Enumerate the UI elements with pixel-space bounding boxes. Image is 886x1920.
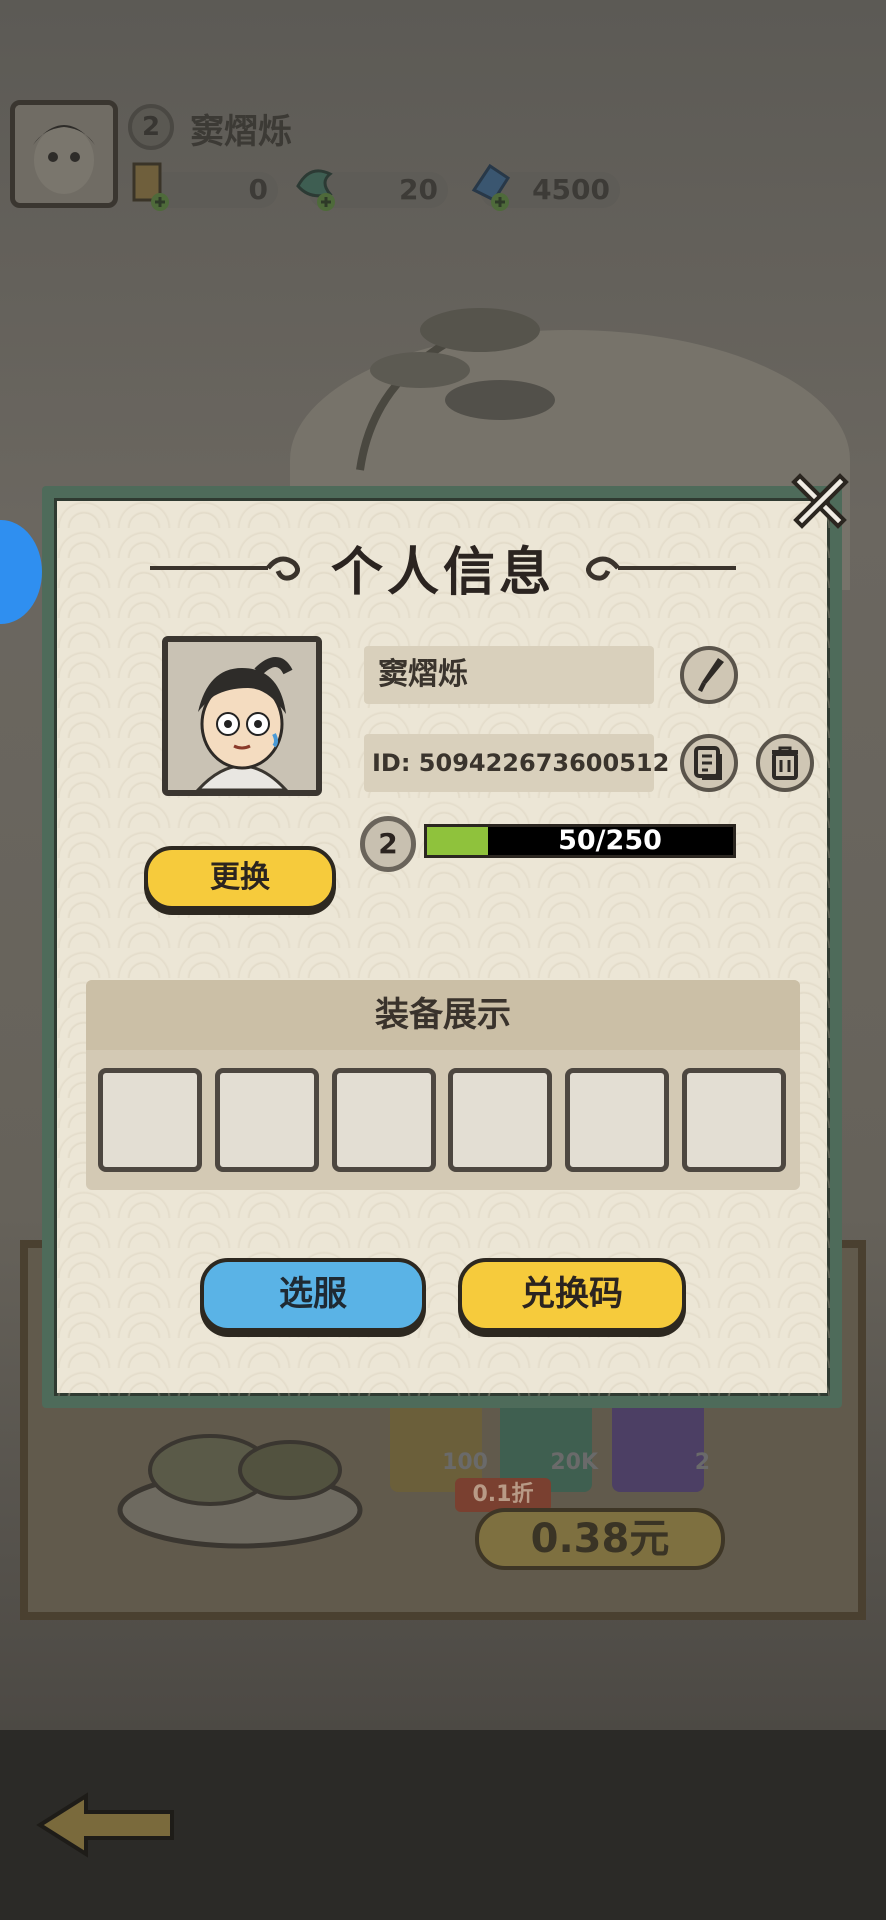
player-id-field: ID: 509422673600512 [364,734,669,792]
dialog-wave-pattern [54,498,830,1396]
trash-icon [772,746,798,780]
redeem-code-button[interactable]: 兑换码 [458,1258,686,1332]
background-plant-icon [356,308,555,471]
delete-account-button[interactable] [756,734,814,792]
equipment-slot[interactable] [448,1068,552,1172]
equipment-slot[interactable] [565,1068,669,1172]
title-ornament-right-icon [586,556,736,581]
experience-bar: 50/250 [424,824,736,858]
change-avatar-button[interactable]: 更换 [144,846,336,910]
gold-ingot-icon[interactable] [124,160,176,212]
copy-id-button[interactable] [680,734,738,792]
edit-name-button[interactable] [680,646,738,704]
equipment-slot[interactable] [682,1068,786,1172]
equipment-display-title: 装备展示 [86,980,800,1050]
player-portrait-icon [168,642,316,790]
profile-dialog [42,486,842,1408]
select-server-button[interactable]: 选服 [200,1258,426,1332]
experience-text: 50/250 [558,825,662,856]
hud-player-name: 窦熠烁 [190,112,292,152]
background-item-slot [612,1400,704,1492]
blue-crystal-icon[interactable] [464,160,516,212]
background-item-count: 20K [550,1450,598,1475]
jade-dragon-icon[interactable] [290,160,342,212]
copy-icon [694,746,722,780]
hud-avatar[interactable] [10,100,118,208]
player-portrait-icon [15,105,113,203]
profile-level-badge: 2 [360,816,416,872]
dialog-title: 个人信息 [330,543,555,603]
hud-level-badge: 2 [128,104,174,150]
equipment-slot[interactable] [332,1068,436,1172]
equipment-slot[interactable] [215,1068,319,1172]
equipment-slot[interactable] [98,1068,202,1172]
player-name-field: 窦熠烁 [364,646,654,704]
brush-icon [698,658,724,692]
background-discount-badge: 0.1折 [455,1478,551,1512]
profile-avatar[interactable] [162,636,322,796]
background-item-count: 100 [442,1450,488,1475]
background-price-button: 0.38元 [475,1508,725,1570]
back-arrow-icon[interactable] [36,1790,176,1860]
background-item-count: 2 [694,1450,710,1475]
background-bowl-icon [117,1434,363,1549]
close-icon[interactable] [788,468,852,532]
